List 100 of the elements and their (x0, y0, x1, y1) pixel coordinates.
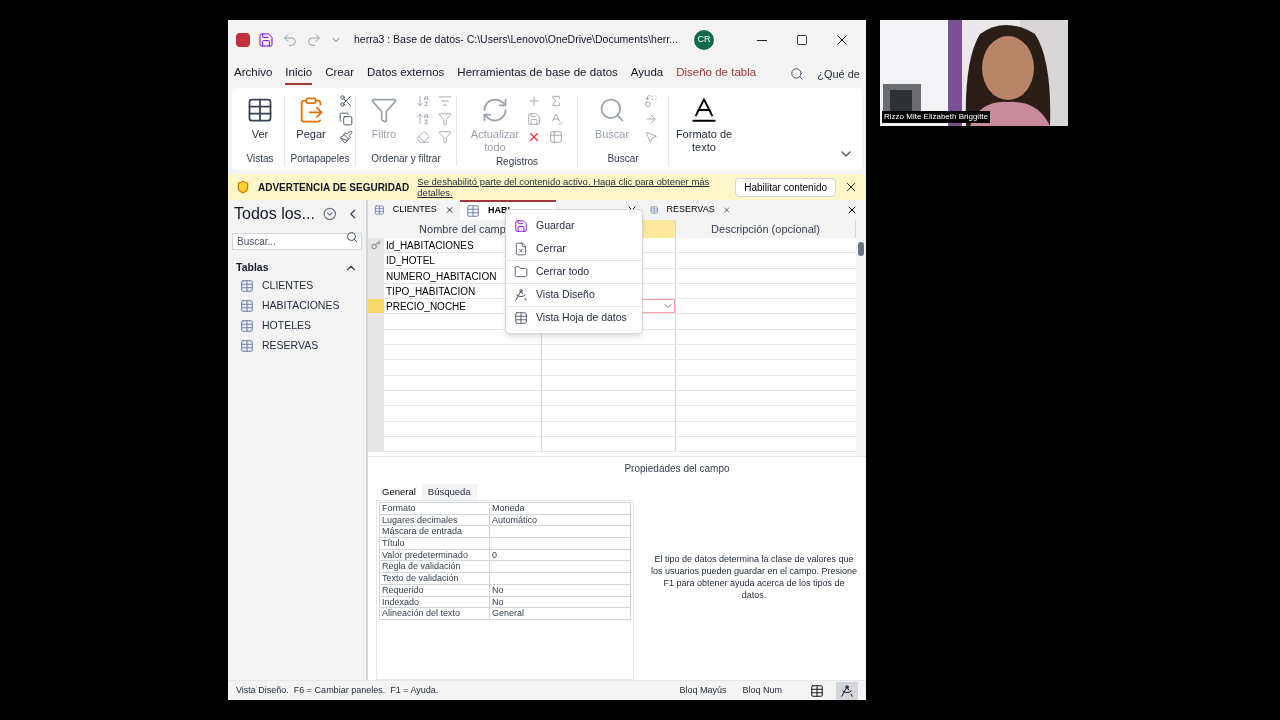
table-icon (240, 278, 254, 293)
tab[interactable]: Búsqueda (421, 484, 477, 500)
save-icon (527, 112, 541, 126)
property-value[interactable]: 0 (490, 549, 630, 561)
close-icon (844, 180, 858, 194)
menu-item[interactable]: Vista Hoja de datos (506, 306, 642, 329)
nav-item[interactable]: CLIENTES (228, 275, 366, 296)
property-value[interactable]: Automático (490, 514, 630, 526)
details-link[interactable]: Se deshabilitó parte del contenido activo. Haga clic para obtener más detalles. (417, 176, 718, 198)
row-selector[interactable] (368, 253, 384, 268)
pane-title: Todos los... (234, 204, 315, 224)
redo-button[interactable] (306, 32, 322, 48)
close-button[interactable] (844, 180, 858, 194)
save-record-button[interactable] (525, 110, 543, 128)
undo-icon (282, 32, 298, 48)
scrollbar[interactable] (856, 238, 866, 456)
table-icon (650, 203, 659, 217)
close-icon (527, 130, 541, 144)
nav-item[interactable]: HOTELES (228, 315, 366, 336)
view-button[interactable]: Ver (234, 92, 286, 141)
copy-button[interactable] (337, 110, 355, 128)
participant-name: Rizzo Mite Elizabeth Briggitte (882, 111, 991, 123)
property-label: Requerido (380, 584, 490, 596)
ribbon-tab[interactable]: Diseño de tabla (676, 63, 757, 85)
ribbon-tab[interactable]: Ayuda (630, 63, 664, 85)
property-label: Alineación del texto (380, 608, 490, 619)
property-label: Máscara de entrada (380, 526, 490, 538)
search-icon (790, 67, 805, 81)
ribbon-tab[interactable]: Archivo (234, 63, 273, 85)
menu-item[interactable]: Cerrar todo (506, 260, 642, 283)
save-button[interactable] (258, 32, 274, 48)
group-label: Portapapeles (290, 152, 350, 166)
row-selector[interactable] (368, 406, 384, 421)
row-selector[interactable] (368, 299, 384, 314)
toggle-filter-button[interactable] (436, 128, 454, 146)
table-icon (374, 203, 385, 217)
shield-icon (236, 180, 250, 194)
group-label: Ordenar y filtrar (371, 152, 441, 166)
plus-icon (527, 94, 541, 108)
property-value[interactable]: No (490, 596, 630, 608)
save-icon (258, 32, 274, 48)
ribbon-tab[interactable]: Inicio (285, 63, 313, 85)
undo-button[interactable] (282, 32, 298, 48)
property-value[interactable]: Moneda (490, 503, 630, 514)
dropdown-icon[interactable] (322, 207, 337, 221)
row-selector[interactable] (368, 345, 384, 360)
property-label: Formato (380, 503, 490, 514)
sort-ascending-icon (416, 94, 430, 108)
design-view-icon (514, 288, 528, 302)
menu-item[interactable]: Vista Diseño (506, 283, 642, 306)
nav-item[interactable]: HABITACIONES (228, 295, 366, 316)
ribbon-tab[interactable]: Datos externos (367, 63, 445, 85)
close-icon[interactable] (846, 204, 858, 216)
property-value[interactable]: General (490, 608, 630, 619)
property-value[interactable]: No (490, 584, 630, 596)
table-icon (240, 298, 254, 313)
filter-list-icon (438, 94, 452, 108)
status-indicator: Bloq Mayús (679, 683, 727, 697)
refresh-icon (481, 96, 509, 124)
pointer-icon (644, 130, 658, 144)
replace-button[interactable] (642, 92, 660, 110)
document-tab[interactable]: RESERVAS (644, 200, 736, 220)
arrow-right-icon (644, 112, 658, 126)
property-label: Valor predeterminado (380, 549, 490, 561)
warning-title: ADVERTENCIA DE SEGURIDAD (258, 180, 410, 195)
help-text: El tipo de datos determina la clase de valores que los usuarios pueden guardar en el campo. Presione F1 para obtener ayuda acerca de los tipos de datos. (650, 553, 858, 601)
minimize-icon (757, 39, 767, 41)
ribbon-tab[interactable]: Crear (325, 63, 354, 85)
nav-item[interactable]: RESERVAS (228, 335, 366, 356)
scissors-icon (339, 94, 353, 108)
row-selector[interactable] (368, 314, 384, 329)
format-painter-button[interactable] (337, 128, 355, 146)
group-label: Vistas (246, 152, 274, 166)
tell-me-field[interactable]: ¿Qué de (817, 65, 860, 83)
user-avatar[interactable]: CR (694, 30, 714, 50)
replace-icon (644, 94, 658, 108)
remove-sort-button[interactable] (414, 128, 432, 146)
document-tab[interactable]: CLIENTES (368, 200, 460, 220)
status-indicator: Bloq Num (742, 683, 782, 697)
folder-icon (514, 265, 528, 279)
window-title: herra3 : Base de datos- C:\Users\Lenovo\OneDrive\Documents\herr... (354, 32, 678, 48)
property-label: Indexado (380, 596, 490, 608)
more-button[interactable] (547, 128, 565, 146)
search-field[interactable]: Buscar... (232, 233, 362, 250)
enable-content-button[interactable]: Habilitar contenido (735, 177, 836, 197)
panel-title: Propiedades del campo (623, 462, 731, 476)
table-icon (246, 96, 274, 124)
advanced-filter-button[interactable] (436, 110, 454, 128)
group-label: Buscar (607, 152, 639, 166)
row-selector[interactable] (368, 360, 384, 375)
view-button[interactable] (836, 681, 858, 700)
design-view-icon (840, 683, 854, 698)
table-icon (240, 318, 254, 333)
row-selector[interactable] (368, 238, 384, 253)
eraser-icon (416, 130, 430, 144)
paste-button[interactable]: Pegar (285, 92, 337, 146)
status-text: Vista Diseño. F6 = Cambiar paneles. F1 = Ayuda. (236, 683, 439, 697)
app-logo-icon (236, 33, 250, 47)
text-format-button[interactable]: Formato de texto (674, 92, 734, 154)
ribbon-tab[interactable]: Herramientas de base de datos (457, 63, 618, 85)
